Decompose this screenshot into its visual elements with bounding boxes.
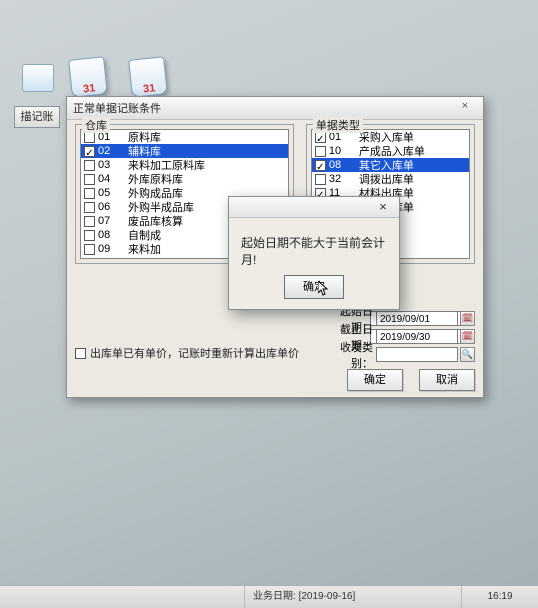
checkbox-icon[interactable]: [84, 244, 95, 255]
start-date-input[interactable]: 2019/09/01: [376, 311, 458, 326]
msgbox-text: 起始日期不能大于当前会计月!: [229, 218, 399, 278]
calendar-picker-icon[interactable]: 🗓: [460, 311, 475, 326]
item-code: 06: [98, 201, 128, 213]
recv-type-input[interactable]: [376, 347, 458, 362]
lookup-icon[interactable]: 🔍: [460, 347, 475, 362]
checkbox-icon[interactable]: [315, 174, 326, 185]
desktop-icon-row: 31 31: [70, 58, 166, 96]
list-item[interactable]: 08其它入库单: [312, 158, 469, 172]
recalc-checkbox[interactable]: [75, 348, 86, 359]
calendar-picker-icon[interactable]: 🗓: [460, 329, 475, 344]
checkbox-icon[interactable]: [84, 216, 95, 227]
end-date-input[interactable]: 2019/09/30: [376, 329, 458, 344]
item-code: 09: [98, 243, 128, 255]
desktop-folder-icon[interactable]: [22, 64, 54, 92]
calendar-icon[interactable]: 31: [128, 56, 168, 98]
status-time: 16:19: [461, 586, 538, 608]
msgbox-titlebar[interactable]: ×: [229, 197, 399, 218]
warehouse-group-label: 仓库: [82, 117, 110, 133]
checkbox-icon[interactable]: [315, 132, 326, 143]
recalc-label: 出库单已有单价，记账时重新计算出库单价: [90, 345, 299, 361]
item-code: 04: [98, 173, 128, 185]
checkbox-icon[interactable]: [84, 132, 95, 143]
checkbox-icon[interactable]: [84, 160, 95, 171]
list-item[interactable]: 04外库原料库: [81, 172, 288, 186]
status-biz-date: 业务日期: [2019-09-16]: [244, 586, 461, 608]
dialog-title: 正常单据记账条件: [73, 100, 161, 116]
item-code: 08: [98, 229, 128, 241]
date-fields: 起始日期： 2019/09/01 🗓 截止日期： 2019/09/30 🗓 收发…: [295, 309, 475, 363]
close-icon[interactable]: ×: [371, 199, 395, 215]
error-message-box: × 起始日期不能大于当前会计月! 确定: [228, 196, 400, 310]
item-code: 02: [98, 145, 128, 157]
dialog-action-buttons: 确定 取消: [347, 369, 475, 391]
list-item[interactable]: 10产成品入库单: [312, 144, 469, 158]
checkbox-icon[interactable]: [84, 202, 95, 213]
checkbox-icon[interactable]: [315, 160, 326, 171]
close-icon[interactable]: ×: [453, 100, 477, 116]
recv-type-label: 收发类别：: [319, 339, 376, 371]
status-bar: 业务日期: [2019-09-16] 16:19: [0, 585, 538, 608]
sidebar-ledger-button[interactable]: 描记账: [14, 106, 60, 128]
dialog-titlebar[interactable]: 正常单据记账条件 ×: [67, 97, 483, 120]
list-item[interactable]: 02辅料库: [81, 144, 288, 158]
list-item[interactable]: 01原料库: [81, 130, 288, 144]
recalc-option[interactable]: 出库单已有单价，记账时重新计算出库单价: [75, 345, 299, 361]
desktop-background: 31 31 描记账 正常单据记账条件 × 仓库 01原料库02辅料库03来料加工…: [0, 0, 538, 608]
list-item[interactable]: 03来料加工原料库: [81, 158, 288, 172]
item-code: 07: [98, 215, 128, 227]
item-code: 10: [329, 145, 359, 157]
calendar-icon[interactable]: 31: [68, 56, 108, 98]
voucher-type-group-label: 单据类型: [313, 117, 363, 133]
item-code: 05: [98, 187, 128, 199]
msgbox-ok-button[interactable]: 确定: [284, 275, 344, 299]
list-item[interactable]: 32调拨出库单: [312, 172, 469, 186]
checkbox-icon[interactable]: [315, 146, 326, 157]
ok-button[interactable]: 确定: [347, 369, 403, 391]
checkbox-icon[interactable]: [84, 174, 95, 185]
checkbox-icon[interactable]: [84, 230, 95, 241]
checkbox-icon[interactable]: [84, 146, 95, 157]
cancel-button[interactable]: 取消: [419, 369, 475, 391]
item-code: 08: [329, 159, 359, 171]
item-code: 03: [98, 159, 128, 171]
item-name: 来料加: [128, 241, 161, 257]
item-code: 32: [329, 173, 359, 185]
checkbox-icon[interactable]: [84, 188, 95, 199]
